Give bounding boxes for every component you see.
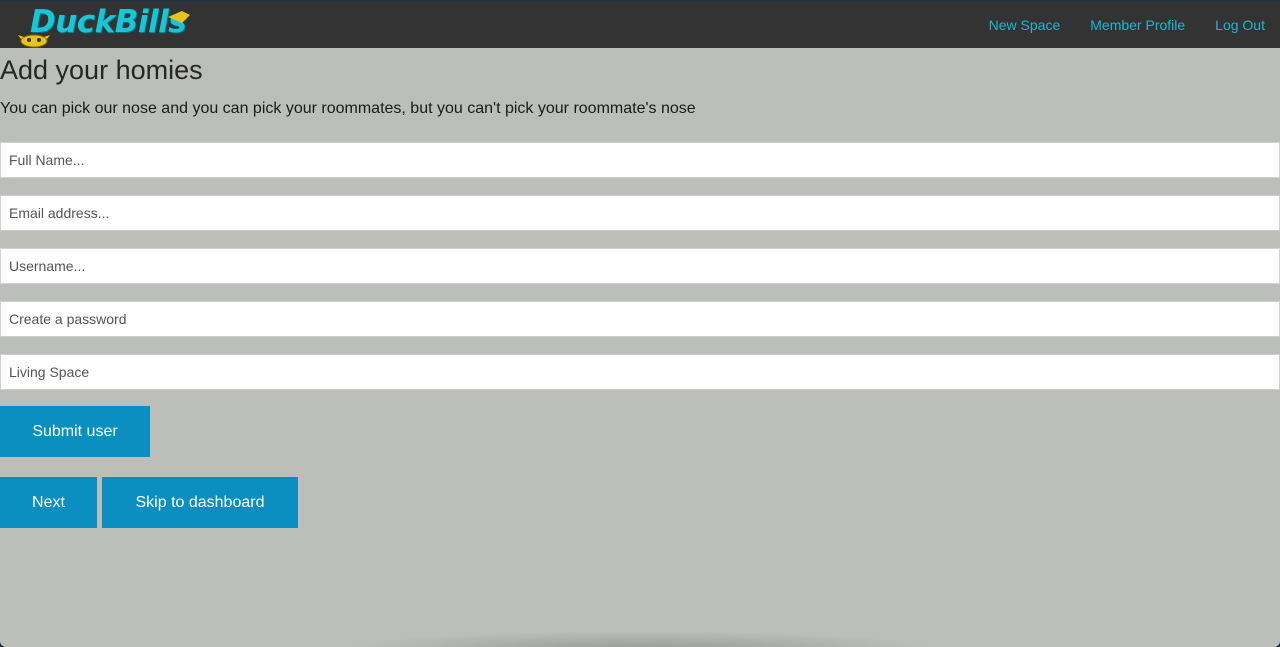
brand-name: DuckBills [30, 4, 187, 40]
living-space-input[interactable] [0, 354, 1280, 390]
password-input[interactable] [0, 301, 1280, 337]
duck-bill-icon [168, 11, 190, 23]
nav-new-space[interactable]: New Space [989, 17, 1061, 33]
submit-user-button[interactable]: Submit user [0, 406, 150, 457]
nav-member-profile[interactable]: Member Profile [1090, 17, 1185, 33]
page-title: Add your homies [0, 55, 203, 85]
full-name-input[interactable] [0, 142, 1280, 178]
username-input[interactable] [0, 248, 1280, 284]
nav-links: New Space Member Profile Log Out [989, 2, 1280, 48]
email-input[interactable] [0, 195, 1280, 231]
brand-logo[interactable]: DuckBills [18, 2, 190, 48]
skip-to-dashboard-button[interactable]: Skip to dashboard [102, 477, 298, 528]
page: DuckBills New Space Member Profile Log O… [0, 0, 1280, 647]
next-button[interactable]: Next [0, 477, 97, 528]
nav-log-out[interactable]: Log Out [1215, 17, 1265, 33]
navbar: DuckBills New Space Member Profile Log O… [0, 0, 1280, 48]
page-subtitle: You can pick our nose and you can pick y… [0, 100, 696, 117]
